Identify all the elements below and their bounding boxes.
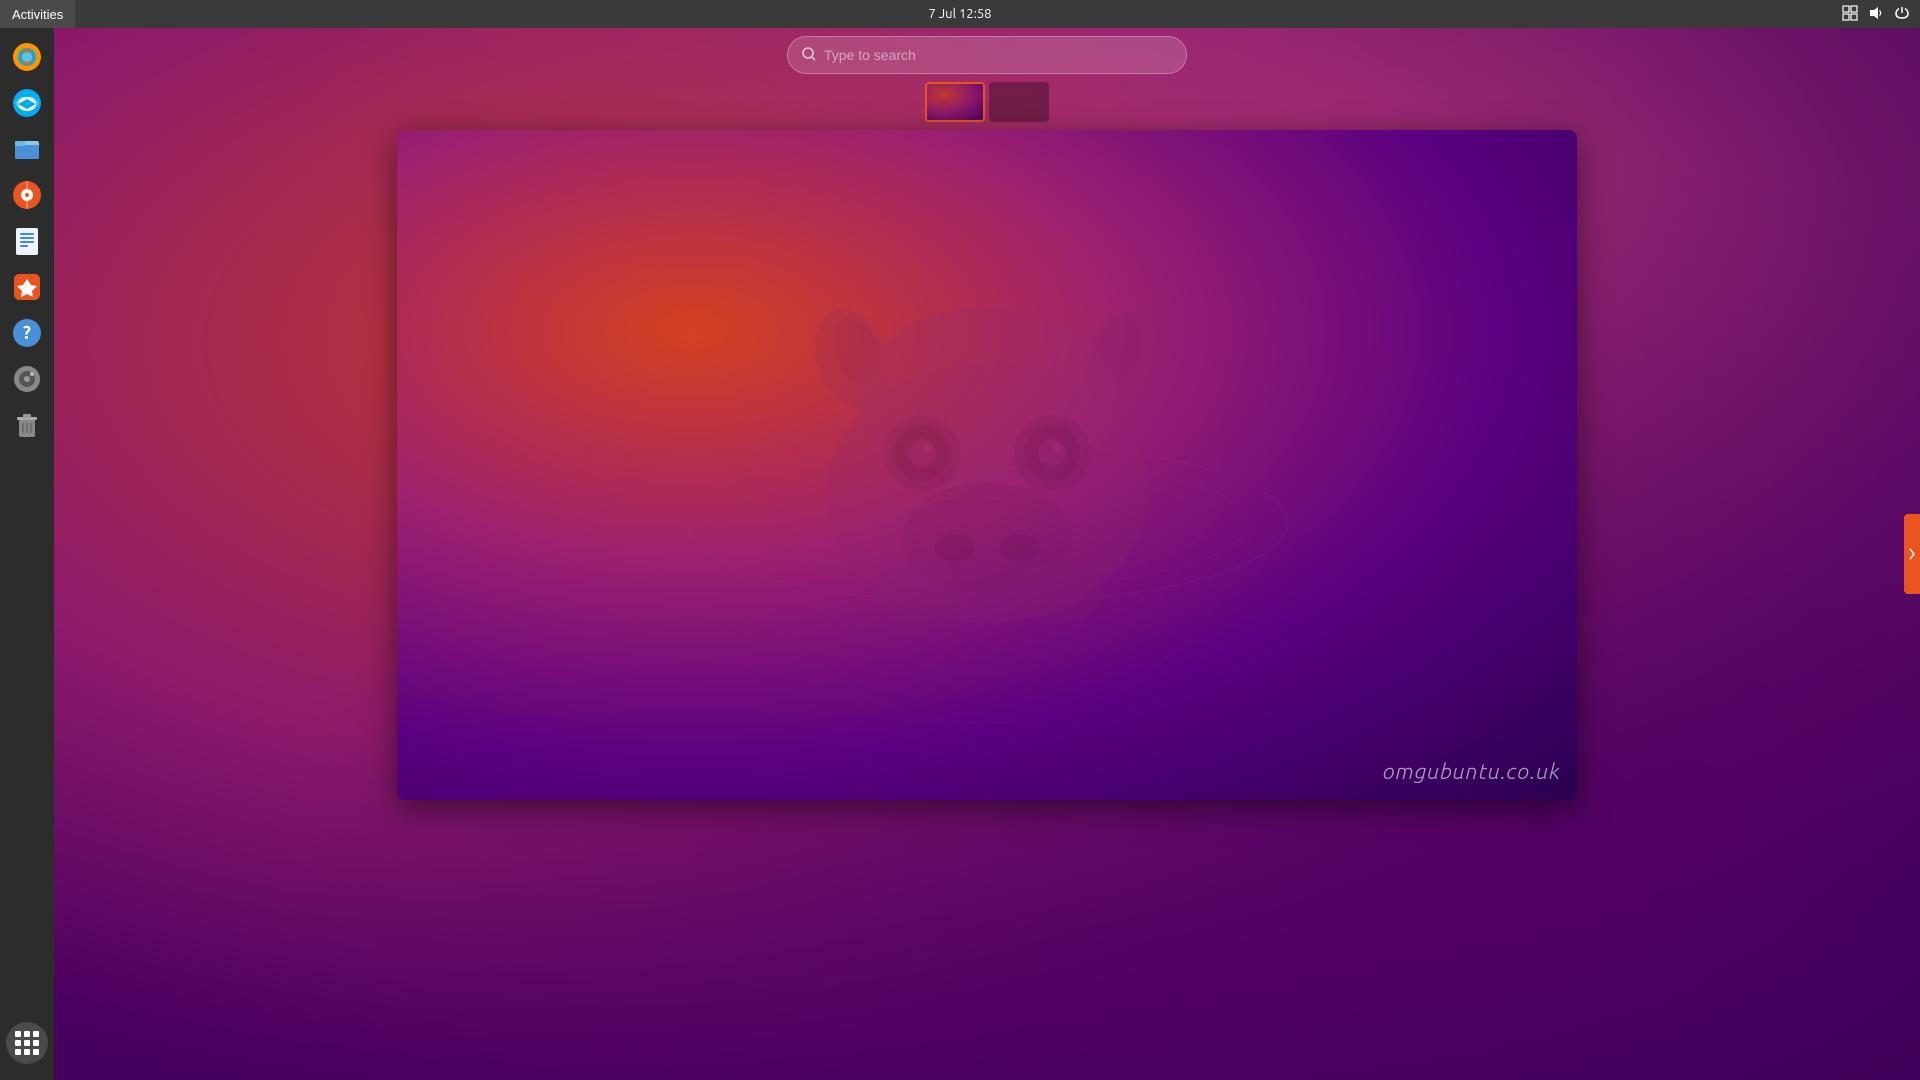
- right-edge-button[interactable]: [1904, 514, 1920, 594]
- workspace-switcher: [925, 82, 1049, 122]
- sidebar-item-app-center[interactable]: [6, 266, 48, 308]
- sidebar-item-disk[interactable]: [6, 358, 48, 400]
- search-bar[interactable]: [787, 36, 1187, 74]
- clock-display: 7 Jul 12:58: [928, 7, 991, 21]
- sound-icon[interactable]: [1866, 5, 1886, 24]
- sidebar-item-rhythmbox[interactable]: [6, 174, 48, 216]
- watermark-text: omgubuntu.co.uk: [1383, 759, 1561, 784]
- sidebar-item-files[interactable]: [6, 128, 48, 170]
- grid-dots-icon: [15, 1031, 39, 1055]
- window-area: omgubuntu.co.uk: [397, 130, 1577, 800]
- hippo-illustration: [677, 203, 1297, 727]
- network-icon[interactable]: [1840, 5, 1860, 24]
- sidebar-item-firefox[interactable]: [6, 36, 48, 78]
- activities-overlay: omgubuntu.co.uk: [54, 28, 1920, 1080]
- sidebar: ?: [0, 28, 54, 1080]
- wallpaper-window[interactable]: omgubuntu.co.uk: [397, 130, 1577, 800]
- wallpaper-window-background: omgubuntu.co.uk: [397, 130, 1577, 800]
- sidebar-item-thunderbird[interactable]: [6, 82, 48, 124]
- top-bar: Activities 7 Jul 12:58: [0, 0, 1920, 28]
- workspace-thumb-1[interactable]: [925, 82, 985, 122]
- sidebar-item-help[interactable]: ?: [6, 312, 48, 354]
- activities-button[interactable]: Activities: [0, 0, 75, 28]
- search-icon: [802, 47, 816, 64]
- show-apps-button[interactable]: [6, 1022, 48, 1064]
- sidebar-item-trash[interactable]: [6, 404, 48, 446]
- svg-text:?: ?: [23, 323, 31, 343]
- system-tray: [1840, 0, 1912, 28]
- workspace-thumb-2[interactable]: [989, 82, 1049, 122]
- desktop: omgubuntu.co.uk: [54, 28, 1920, 1080]
- sidebar-item-writer[interactable]: [6, 220, 48, 262]
- search-container: [787, 36, 1187, 74]
- search-input[interactable]: [824, 47, 1172, 63]
- power-icon[interactable]: [1892, 5, 1912, 24]
